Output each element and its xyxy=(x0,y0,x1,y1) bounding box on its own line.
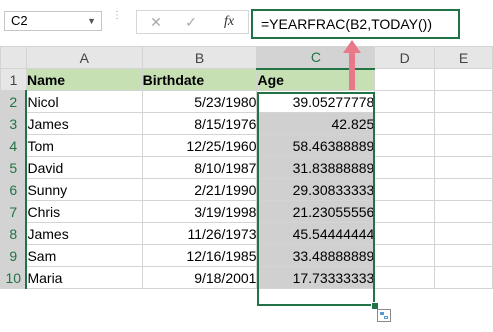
name-box[interactable]: C2 ▼ xyxy=(4,11,102,31)
enter-icon[interactable]: ✓ xyxy=(182,11,200,33)
header-cell-birthdate[interactable]: Birthdate xyxy=(141,68,258,91)
cell[interactable] xyxy=(374,90,436,113)
birthdate-cell[interactable]: 5/23/1980 xyxy=(141,90,258,113)
cell[interactable] xyxy=(434,68,493,91)
cell[interactable] xyxy=(434,200,493,223)
row-header[interactable]: 1 xyxy=(0,68,27,91)
birthdate-cell[interactable]: 8/15/1976 xyxy=(141,112,258,135)
birthdate-cell[interactable]: 11/26/1973 xyxy=(141,222,258,245)
cell[interactable] xyxy=(374,68,436,91)
age-cell[interactable]: 31.83888889 xyxy=(256,156,376,179)
age-cell[interactable]: 29.30833333 xyxy=(256,178,376,201)
cell[interactable] xyxy=(374,200,436,223)
insert-function-button[interactable]: fx xyxy=(217,11,241,33)
row-header[interactable]: 8 xyxy=(0,222,28,245)
name-cell[interactable]: Sunny xyxy=(25,178,143,201)
cell[interactable] xyxy=(374,156,436,179)
birthdate-cell[interactable]: 2/21/1990 xyxy=(141,178,258,201)
age-cell[interactable]: 42.825 xyxy=(256,112,376,135)
row-header[interactable]: 2 xyxy=(0,90,28,113)
row-header[interactable]: 9 xyxy=(0,244,28,267)
birthdate-cell[interactable]: 9/18/2001 xyxy=(141,266,258,289)
formula-input[interactable]: =YEARFRAC(B2,TODAY()) xyxy=(251,9,460,39)
cell[interactable] xyxy=(434,222,493,245)
name-cell[interactable]: James xyxy=(25,222,143,245)
birthdate-cell[interactable]: 12/25/1960 xyxy=(141,134,258,157)
age-cell[interactable]: 58.46388889 xyxy=(256,134,376,157)
quick-analysis-icon[interactable] xyxy=(377,309,391,322)
cell[interactable] xyxy=(374,222,436,245)
chevron-down-icon[interactable]: ▼ xyxy=(87,12,96,30)
cell[interactable] xyxy=(374,244,436,267)
select-all-corner[interactable] xyxy=(0,46,27,69)
cell[interactable] xyxy=(434,244,493,267)
name-cell[interactable]: Chris xyxy=(25,200,143,223)
name-cell[interactable]: David xyxy=(25,156,143,179)
birthdate-cell[interactable]: 8/10/1987 xyxy=(141,156,258,179)
age-cell[interactable]: 21.23055556 xyxy=(256,200,376,223)
arrow-up-icon xyxy=(343,40,361,90)
cell[interactable] xyxy=(374,112,436,135)
cell[interactable] xyxy=(374,134,436,157)
name-cell[interactable]: Nicol xyxy=(25,90,143,113)
cell[interactable] xyxy=(434,156,493,179)
cell[interactable] xyxy=(374,178,436,201)
row-header[interactable]: 4 xyxy=(0,134,28,157)
name-box-value: C2 xyxy=(11,13,28,28)
name-cell[interactable]: James xyxy=(25,112,143,135)
column-header-b[interactable]: B xyxy=(141,46,258,69)
cell[interactable] xyxy=(434,266,493,289)
age-cell[interactable]: 17.73333333 xyxy=(256,266,376,289)
row-header[interactable]: 6 xyxy=(0,178,28,201)
age-cell[interactable]: 33.48888889 xyxy=(256,244,376,267)
cancel-icon[interactable]: ✕ xyxy=(147,11,165,33)
birthdate-cell[interactable]: 12/16/1985 xyxy=(141,244,258,267)
cell[interactable] xyxy=(434,112,493,135)
cell[interactable] xyxy=(434,178,493,201)
formula-buttons: ✕ ✓ fx xyxy=(136,10,249,34)
name-cell[interactable]: Sam xyxy=(25,244,143,267)
spreadsheet-grid: A B C D E 1 Name Birthdate Age 2 Nicol 5… xyxy=(0,46,493,289)
row-header[interactable]: 5 xyxy=(0,156,28,179)
row-header[interactable]: 7 xyxy=(0,200,28,223)
name-cell[interactable]: Maria xyxy=(25,266,143,289)
column-header-e[interactable]: E xyxy=(434,46,493,69)
birthdate-cell[interactable]: 3/19/1998 xyxy=(141,200,258,223)
age-cell[interactable]: 39.05277778 xyxy=(256,90,376,113)
column-header-a[interactable]: A xyxy=(25,46,143,69)
row-header[interactable]: 3 xyxy=(0,112,28,135)
cell[interactable] xyxy=(434,134,493,157)
grip-icon[interactable]: ⋮ xyxy=(112,11,122,29)
formula-bar: C2 ▼ ⋮ ✕ ✓ fx =YEARFRAC(B2,TODAY()) xyxy=(0,0,493,46)
header-cell-name[interactable]: Name xyxy=(25,68,143,91)
name-cell[interactable]: Tom xyxy=(25,134,143,157)
row-header[interactable]: 10 xyxy=(0,266,28,289)
column-header-d[interactable]: D xyxy=(374,46,436,69)
age-cell[interactable]: 45.54444444 xyxy=(256,222,376,245)
cell[interactable] xyxy=(434,90,493,113)
cell[interactable] xyxy=(374,266,436,289)
